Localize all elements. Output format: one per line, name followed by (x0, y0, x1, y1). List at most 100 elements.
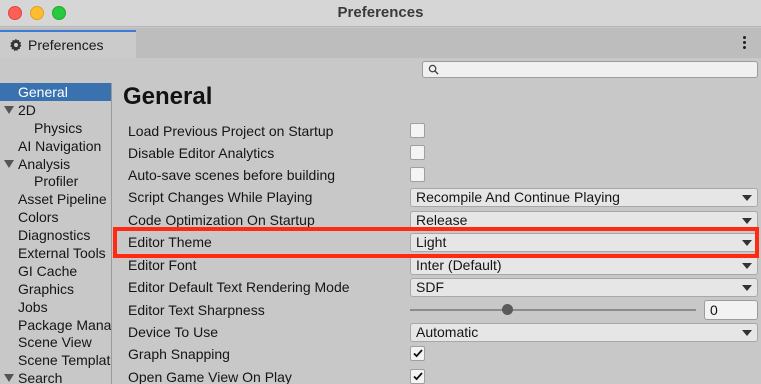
sidebar-item-label: General (18, 84, 68, 100)
setting-row: Editor Text Sharpness 0 (128, 300, 758, 320)
setting-dropdown[interactable]: Light (410, 233, 758, 252)
sidebar-item-label: AI Navigation (18, 137, 102, 154)
setting-dropdown[interactable]: Inter (Default) (410, 256, 758, 275)
sidebar-item[interactable]: Graphics (0, 280, 111, 298)
main-panel: General Load Previous Project on Startup… (113, 83, 761, 384)
dropdown-value: SDF (416, 279, 444, 295)
setting-row: Script Changes While Playing Recompile An… (128, 187, 758, 207)
title-bar: Preferences (0, 0, 761, 27)
slider-handle[interactable] (502, 304, 513, 315)
more-options-icon[interactable] (737, 33, 751, 51)
setting-row: Graph Snapping (128, 344, 758, 364)
chevron-down-icon (742, 218, 752, 224)
setting-label: Disable Editor Analytics (128, 145, 275, 161)
setting-dropdown[interactable]: SDF (410, 278, 758, 297)
setting-label: Load Previous Project on Startup (128, 123, 334, 139)
setting-label: Script Changes While Playing (128, 189, 313, 205)
sidebar-item-label: Search (18, 370, 63, 384)
setting-checkbox[interactable] (410, 123, 425, 138)
tab-bar: Preferences (0, 28, 761, 58)
dropdown-value: Recompile And Continue Playing (416, 189, 620, 205)
chevron-down-icon (742, 263, 752, 269)
sidebar-item-label: Asset Pipeline (18, 191, 107, 208)
search-input[interactable] (422, 61, 758, 78)
setting-label: Editor Font (128, 257, 197, 273)
chevron-down-icon (742, 195, 752, 201)
setting-label: Code Optimization On Startup (128, 212, 315, 228)
checkmark-icon (413, 372, 423, 381)
setting-label: Graph Snapping (128, 346, 230, 362)
gear-icon (10, 38, 22, 52)
chevron-down-icon (742, 285, 752, 291)
sidebar-item-label: Profiler (34, 173, 79, 190)
setting-row: Disable Editor Analytics (128, 143, 758, 163)
expand-arrow-icon[interactable] (4, 159, 14, 168)
sidebar-item[interactable]: Profiler (0, 172, 111, 190)
setting-row: Open Game View On Play (128, 367, 758, 384)
checkmark-icon (413, 349, 423, 358)
sidebar-item[interactable]: Search (0, 369, 111, 384)
expand-arrow-icon[interactable] (4, 105, 14, 114)
dropdown-value: Light (416, 234, 447, 250)
sidebar-item[interactable]: Asset Pipeline (0, 190, 111, 208)
sidebar-item[interactable]: External Tools (0, 244, 111, 262)
sidebar-item[interactable]: 2D (0, 101, 111, 119)
setting-row: Device To Use Automatic (128, 322, 758, 342)
chevron-down-icon (742, 330, 752, 336)
sidebar-item-label: Colors (18, 209, 59, 226)
page-title: General (123, 83, 213, 110)
setting-row: Load Previous Project on Startup (128, 121, 758, 141)
setting-checkbox[interactable] (410, 346, 425, 361)
sidebar-item[interactable]: Analysis (0, 155, 111, 173)
sidebar-item-label: Scene Template (18, 352, 112, 369)
dropdown-value: Inter (Default) (416, 257, 502, 273)
setting-checkbox[interactable] (410, 145, 425, 160)
window-title: Preferences (337, 4, 424, 21)
setting-dropdown[interactable]: Recompile And Continue Playing (410, 188, 758, 207)
sidebar-item[interactable]: Scene View (0, 333, 111, 351)
sidebar-item-label: GI Cache (18, 262, 78, 279)
setting-dropdown[interactable]: Automatic (410, 323, 758, 342)
sidebar: General 2D Physics AI Navigation Analysis Pro… (0, 83, 112, 384)
setting-checkbox[interactable] (410, 369, 425, 384)
expand-arrow-icon[interactable] (4, 374, 14, 383)
setting-row: Editor Theme Light (128, 232, 758, 252)
sidebar-item[interactable]: AI Navigation (0, 137, 111, 155)
tab-label: Preferences (28, 37, 104, 53)
sidebar-item-label: Analysis (18, 155, 71, 172)
dropdown-value: Automatic (416, 324, 479, 340)
sidebar-item-label: External Tools (18, 245, 106, 262)
setting-row: Editor Default Text Rendering Mode SDF (128, 277, 758, 297)
sidebar-item[interactable]: Physics (0, 119, 111, 137)
sidebar-item[interactable]: Diagnostics (0, 226, 111, 244)
sidebar-item-label: 2D (18, 101, 36, 118)
sidebar-item[interactable]: GI Cache (0, 262, 111, 280)
sidebar-item-label: Jobs (18, 298, 48, 315)
sidebar-item[interactable]: Package Manager (0, 316, 111, 334)
setting-row: Editor Font Inter (Default) (128, 255, 758, 275)
sidebar-item-label: Graphics (18, 280, 75, 297)
setting-label: Open Game View On Play (128, 369, 292, 384)
sharpness-value-field[interactable]: 0 (704, 300, 758, 320)
setting-label: Device To Use (128, 324, 219, 340)
setting-label: Editor Text Sharpness (128, 302, 265, 318)
setting-row: Code Optimization On Startup Release (128, 210, 758, 230)
setting-checkbox[interactable] (410, 167, 425, 182)
setting-label: Auto-save scenes before building (128, 167, 336, 183)
slider-track[interactable] (410, 309, 696, 311)
sidebar-item[interactable]: Scene Template (0, 351, 111, 369)
sidebar-item[interactable]: General (0, 83, 111, 101)
setting-label: Editor Theme (128, 234, 212, 250)
sidebar-item-label: Package Manager (18, 316, 112, 333)
sidebar-item-label: Diagnostics (18, 227, 91, 244)
sidebar-item[interactable]: Jobs (0, 298, 111, 316)
setting-row: Auto-save scenes before building (128, 165, 758, 185)
sidebar-item[interactable]: Colors (0, 208, 111, 226)
sidebar-item-label: Scene View (18, 334, 92, 351)
chevron-down-icon (742, 240, 752, 246)
tab-preferences[interactable]: Preferences (0, 30, 136, 58)
setting-dropdown[interactable]: Release (410, 211, 758, 230)
dropdown-value: Release (416, 212, 468, 228)
search-icon (428, 64, 439, 75)
setting-label: Editor Default Text Rendering Mode (128, 279, 350, 295)
